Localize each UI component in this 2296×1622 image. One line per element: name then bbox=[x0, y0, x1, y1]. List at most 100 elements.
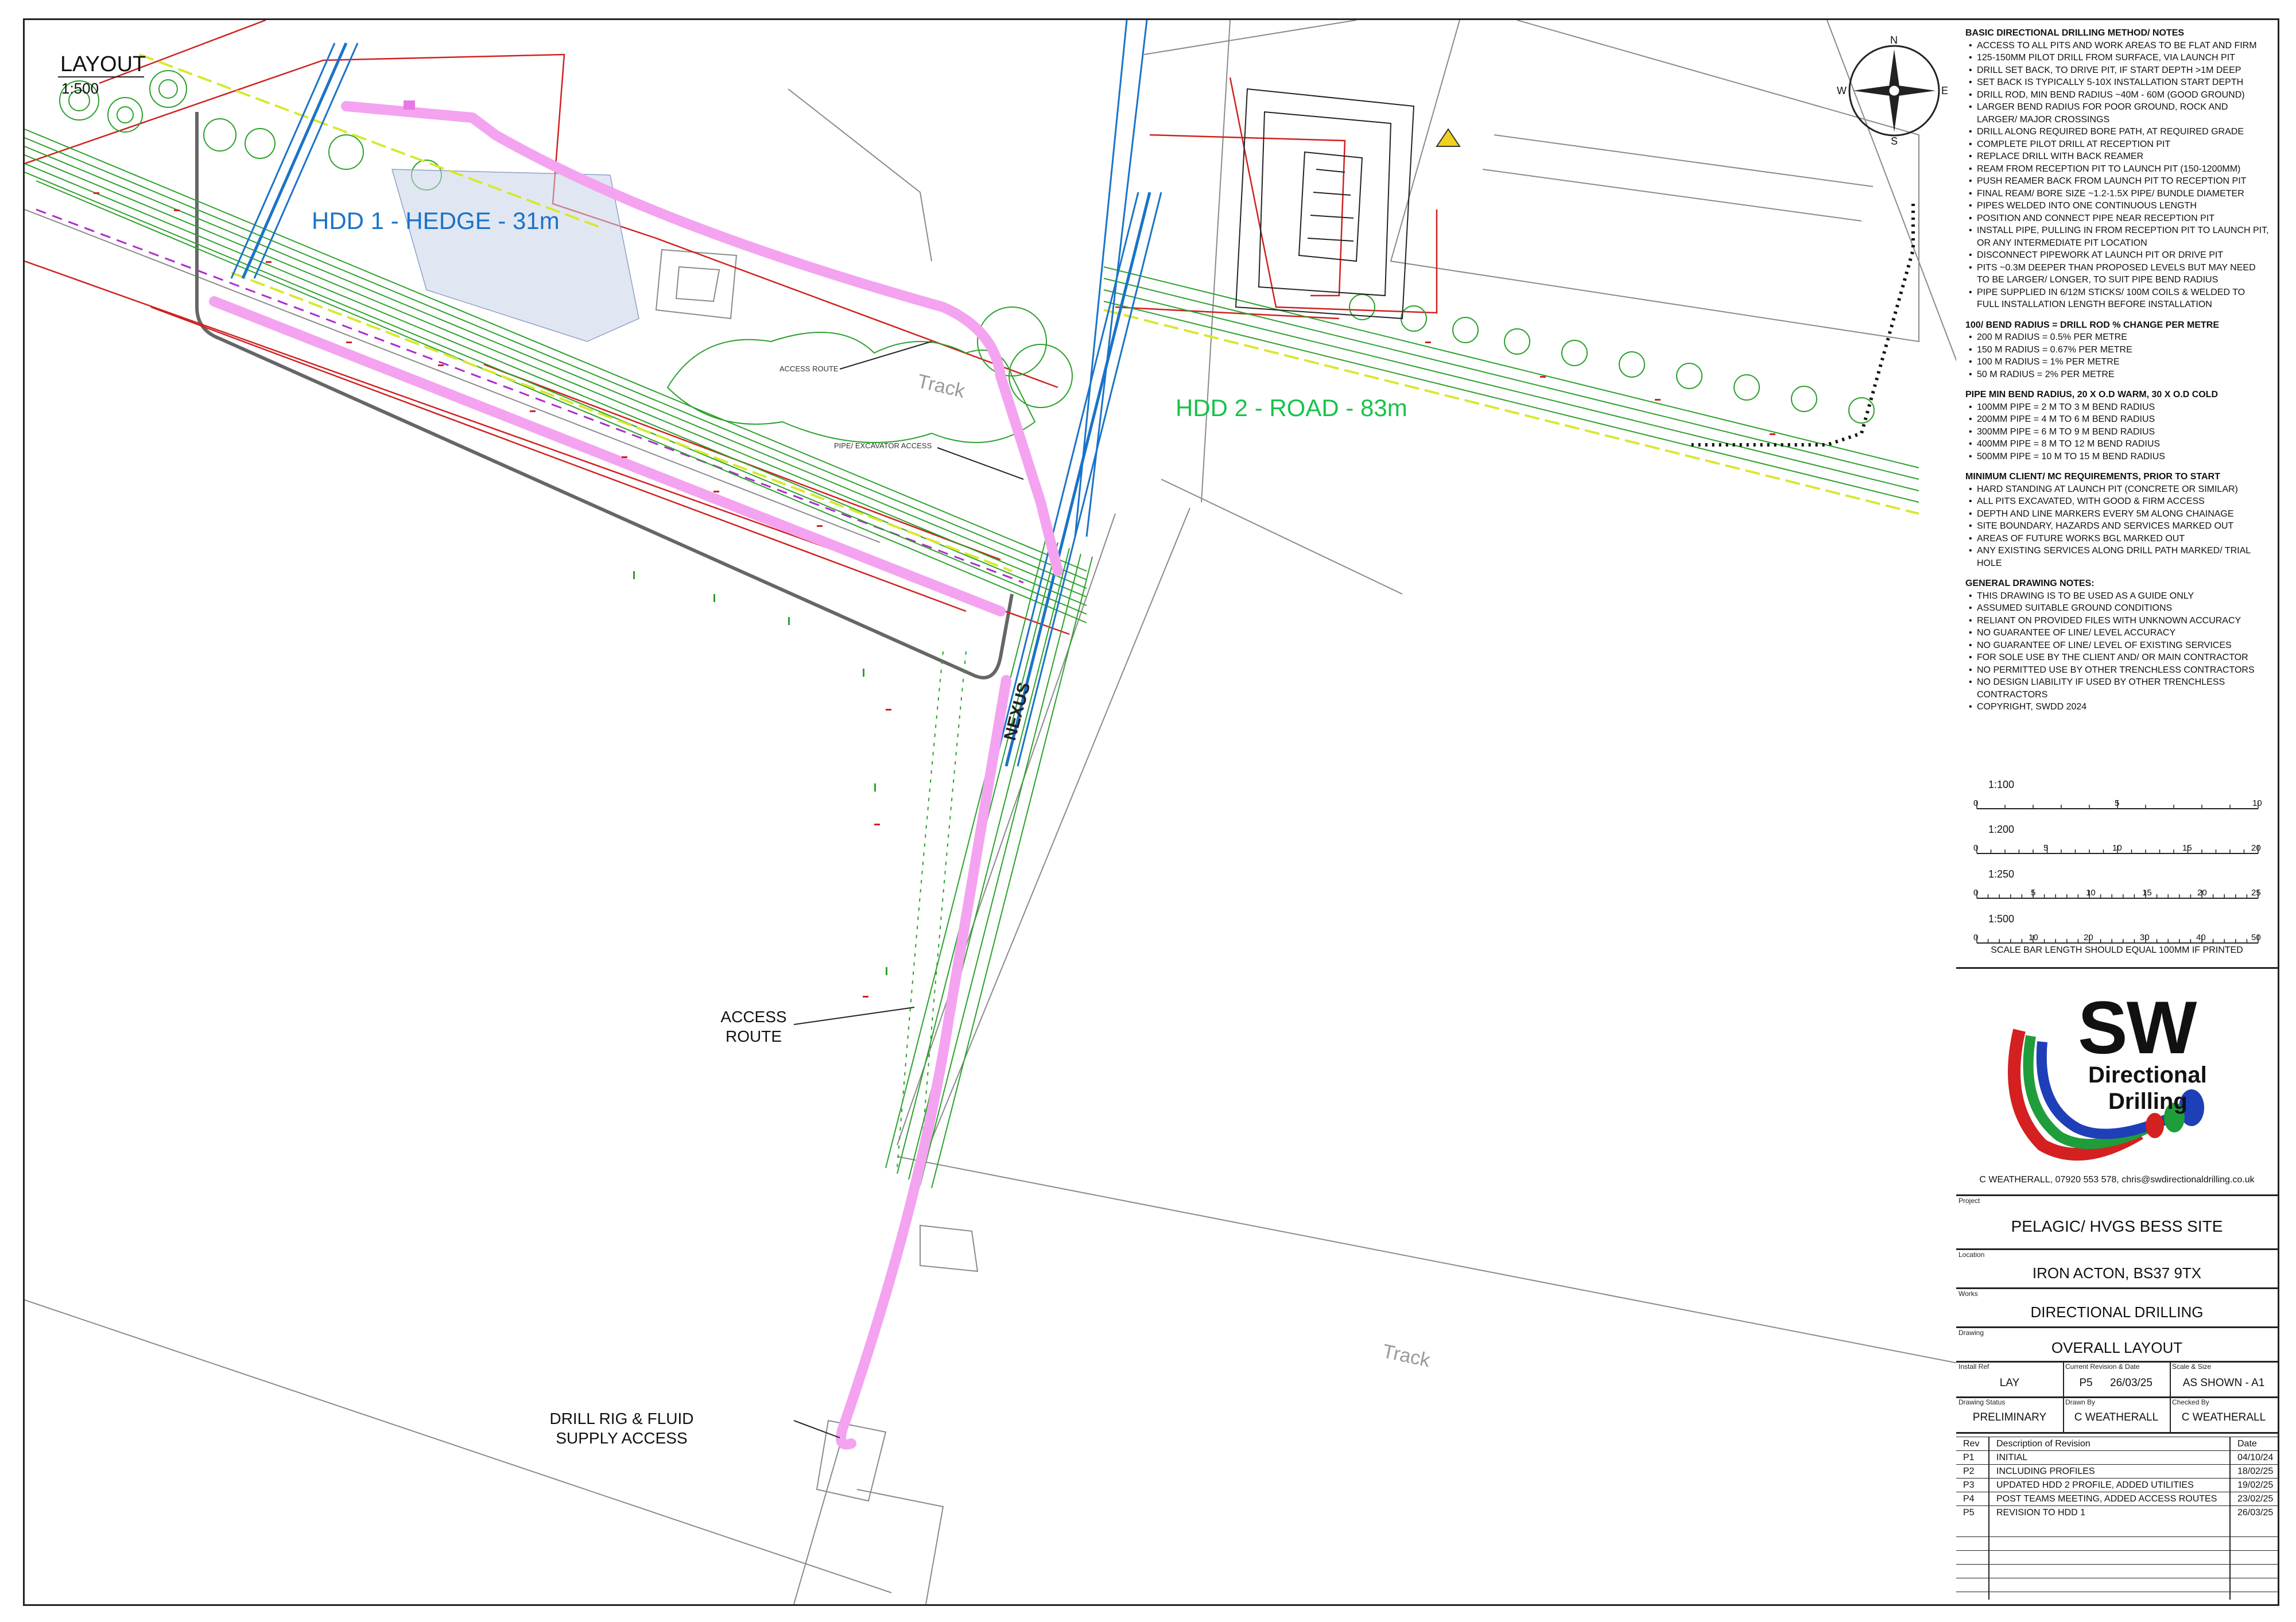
notes-list: HARD STANDING AT LAUNCH PIT (CONCRETE OR… bbox=[1965, 483, 2270, 570]
logo-line2: Drilling bbox=[2108, 1089, 2188, 1114]
revision-empty-row bbox=[1956, 1564, 2278, 1578]
scale-tick: 25 bbox=[2251, 888, 2261, 898]
note-item: THIS DRAWING IS TO BE USED AS A GUIDE ON… bbox=[1965, 590, 2270, 603]
note-item: NO GUARANTEE OF LINE/ LEVEL OF EXISTING … bbox=[1965, 639, 2270, 652]
notes-list: ACCESS TO ALL PITS AND WORK AREAS TO BE … bbox=[1965, 40, 2270, 311]
rev-code: P5 bbox=[1963, 1508, 1975, 1518]
note-item: 100MM PIPE = 2 M TO 3 M BEND RADIUS bbox=[1965, 401, 2270, 414]
install-ref-label: Install Ref bbox=[1958, 1363, 1989, 1371]
rev-date: 23/02/25 bbox=[2237, 1494, 2274, 1504]
survey-marks-green bbox=[633, 571, 887, 975]
note-item: DRILL ALONG REQUIRED BORE PATH, AT REQUI… bbox=[1965, 126, 2270, 138]
rev-description: REVISION TO HDD 1 bbox=[1996, 1508, 2085, 1518]
note-item: DEPTH AND LINE MARKERS EVERY 5M ALONG CH… bbox=[1965, 508, 2270, 521]
rev-description: POST TEAMS MEETING, ADDED ACCESS ROUTES bbox=[1996, 1494, 2217, 1504]
revision-empty-row bbox=[1956, 1550, 2278, 1565]
rev-date: 18/02/25 bbox=[2237, 1466, 2274, 1476]
install-ref-value: LAY bbox=[1999, 1377, 2020, 1389]
location-value: IRON ACTON, BS37 9TX bbox=[2032, 1264, 2202, 1282]
hdd-bore-paths bbox=[230, 20, 1162, 767]
logo-sw: SW bbox=[2078, 985, 2197, 1069]
security-fence bbox=[1689, 204, 1915, 447]
scale-bar-label: 1:250 bbox=[1988, 868, 2015, 880]
compass-n: N bbox=[1890, 34, 1898, 46]
location-label: Location bbox=[1958, 1251, 1985, 1259]
scale-bar-label: 1:100 bbox=[1988, 779, 2015, 790]
scale-tick: 0 bbox=[1973, 798, 1979, 808]
note-item: FINAL REAM/ BORE SIZE ~1.2-1.5X PIPE/ BU… bbox=[1965, 188, 2270, 200]
scale-tick: 30 bbox=[2140, 933, 2150, 942]
scale-bar-label: 1:500 bbox=[1988, 913, 2015, 925]
drilling-notes: BASIC DIRECTIONAL DRILLING METHOD/ NOTES… bbox=[1965, 27, 2270, 713]
note-item: PITS ~0.3M DEEPER THAN PROPOSED LEVELS B… bbox=[1965, 262, 2270, 286]
layout-scale: 1:500 bbox=[61, 80, 99, 97]
drawing-label: Drawing bbox=[1958, 1329, 1984, 1337]
notes-heading: MINIMUM CLIENT/ MC REQUIREMENTS, PRIOR T… bbox=[1965, 472, 2220, 482]
project-name: PELAGIC/ HVGS BESS SITE bbox=[2011, 1217, 2223, 1235]
note-item: NO PERMITTED USE BY OTHER TRENCHLESS CON… bbox=[1965, 664, 2270, 677]
rev-code: P1 bbox=[1963, 1453, 1975, 1462]
note-item: FOR SOLE USE BY THE CLIENT AND/ OR MAIN … bbox=[1965, 651, 2270, 664]
note-item: AREAS OF FUTURE WORKS BGL MARKED OUT bbox=[1965, 533, 2270, 545]
rev-date: 19/02/25 bbox=[2237, 1480, 2274, 1490]
notes-list: 200 M RADIUS = 0.5% PER METRE150 M RADIU… bbox=[1965, 331, 2270, 381]
note-item: 200MM PIPE = 4 M TO 6 M BEND RADIUS bbox=[1965, 413, 2270, 426]
revision-row: P4 POST TEAMS MEETING, ADDED ACCESS ROUTE… bbox=[1956, 1492, 2278, 1506]
note-item: 125-150MM PILOT DRILL FROM SURFACE, VIA … bbox=[1965, 52, 2270, 64]
rev-code: P4 bbox=[1963, 1494, 1975, 1504]
note-item: 50 M RADIUS = 2% PER METRE bbox=[1965, 368, 2270, 381]
divider bbox=[1956, 967, 2278, 969]
scale-tick: 20 bbox=[2251, 843, 2261, 853]
note-item: COMPLETE PILOT DRILL AT RECEPTION PIT bbox=[1965, 138, 2270, 151]
divider bbox=[1956, 1326, 2278, 1328]
layout-title: LAYOUT bbox=[60, 52, 146, 76]
scale-tick: 10 bbox=[2029, 933, 2038, 942]
rev-description: INCLUDING PROFILES bbox=[1996, 1466, 2095, 1476]
scale-size-label: Scale & Size bbox=[2172, 1363, 2212, 1371]
drill-rig-access-label: DRILL RIG & FLUID SUPPLY ACCESS bbox=[549, 1410, 694, 1447]
rev-header: Rev bbox=[1963, 1439, 1980, 1449]
scale-tick: 0 bbox=[1973, 843, 1979, 853]
scale-bar-label: 1:200 bbox=[1988, 824, 2015, 835]
note-item: INSTALL PIPE, PULLING IN FROM RECEPTION … bbox=[1965, 224, 2270, 249]
note-item: DISCONNECT PIPEWORK AT LAUNCH PIT OR DRI… bbox=[1965, 249, 2270, 262]
works-label: Works bbox=[1958, 1290, 1978, 1298]
drawing-sheet: LAYOUT 1:500 HDD 1 - HEDGE - 31m HDD 2 -… bbox=[0, 0, 2296, 1622]
notes-heading: GENERAL DRAWING NOTES: bbox=[1965, 579, 2095, 588]
scale-tick: 20 bbox=[2197, 888, 2207, 898]
hdd2-label: HDD 2 - ROAD - 83m bbox=[1176, 394, 1407, 421]
note-item: HARD STANDING AT LAUNCH PIT (CONCRETE OR… bbox=[1965, 483, 2270, 496]
access-route-lower-label: ACCESS ROUTE bbox=[720, 1008, 787, 1045]
note-item: RELIANT ON PROVIDED FILES WITH UNKNOWN A… bbox=[1965, 615, 2270, 627]
pipe-excavator-access-label: PIPE/ EXCAVATOR ACCESS bbox=[834, 441, 932, 450]
rev-date: 04/10/24 bbox=[2237, 1453, 2274, 1462]
note-item: 100 M RADIUS = 1% PER METRE bbox=[1965, 356, 2270, 368]
compass-s: S bbox=[1891, 135, 1898, 147]
revision-row: P2 INCLUDING PROFILES 18/02/25 bbox=[1956, 1464, 2278, 1479]
note-item: POSITION AND CONNECT PIPE NEAR RECEPTION… bbox=[1965, 212, 2270, 225]
note-item: 150 M RADIUS = 0.67% PER METRE bbox=[1965, 344, 2270, 356]
scale-tick: 40 bbox=[2196, 933, 2206, 942]
rev-code: P3 bbox=[1963, 1480, 1975, 1490]
note-item: LARGER BEND RADIUS FOR POOR GROUND, ROCK… bbox=[1965, 101, 2270, 126]
notes-heading: PIPE MIN BEND RADIUS, 20 X O.D WARM, 30 … bbox=[1965, 390, 2219, 399]
note-item: REPLACE DRILL WITH BACK REAMER bbox=[1965, 150, 2270, 163]
hedgerow-corridor bbox=[25, 129, 1919, 1189]
scale-tick: 0 bbox=[1973, 888, 1979, 898]
north-arrow: N S E W bbox=[1837, 33, 1952, 148]
checked-value: C WEATHERALL bbox=[2181, 1411, 2266, 1423]
field-boundaries bbox=[25, 20, 1958, 1604]
notes-list: 100MM PIPE = 2 M TO 3 M BEND RADIUS200MM… bbox=[1965, 401, 2270, 463]
logo-line1: Directional bbox=[2088, 1062, 2207, 1088]
note-item: 400MM PIPE = 8 M TO 12 M BEND RADIUS bbox=[1965, 438, 2270, 451]
status-label: Drawing Status bbox=[1958, 1398, 2006, 1406]
note-item: SITE BOUNDARY, HAZARDS AND SERVICES MARK… bbox=[1965, 520, 2270, 533]
rev-header: Description of Revision bbox=[1996, 1439, 2091, 1449]
notes-heading: 100/ BEND RADIUS = DRILL ROD % CHANGE PE… bbox=[1965, 320, 2219, 330]
divider bbox=[1956, 1194, 2278, 1196]
scale-tick: 5 bbox=[2031, 888, 2036, 898]
note-item: DRILL ROD, MIN BEND RADIUS ~40M - 60M (G… bbox=[1965, 89, 2270, 102]
scale-tick: 10 bbox=[2086, 888, 2096, 898]
current-rev-date: 26/03/25 bbox=[2110, 1377, 2152, 1389]
scale-tick: 5 bbox=[2115, 798, 2120, 808]
